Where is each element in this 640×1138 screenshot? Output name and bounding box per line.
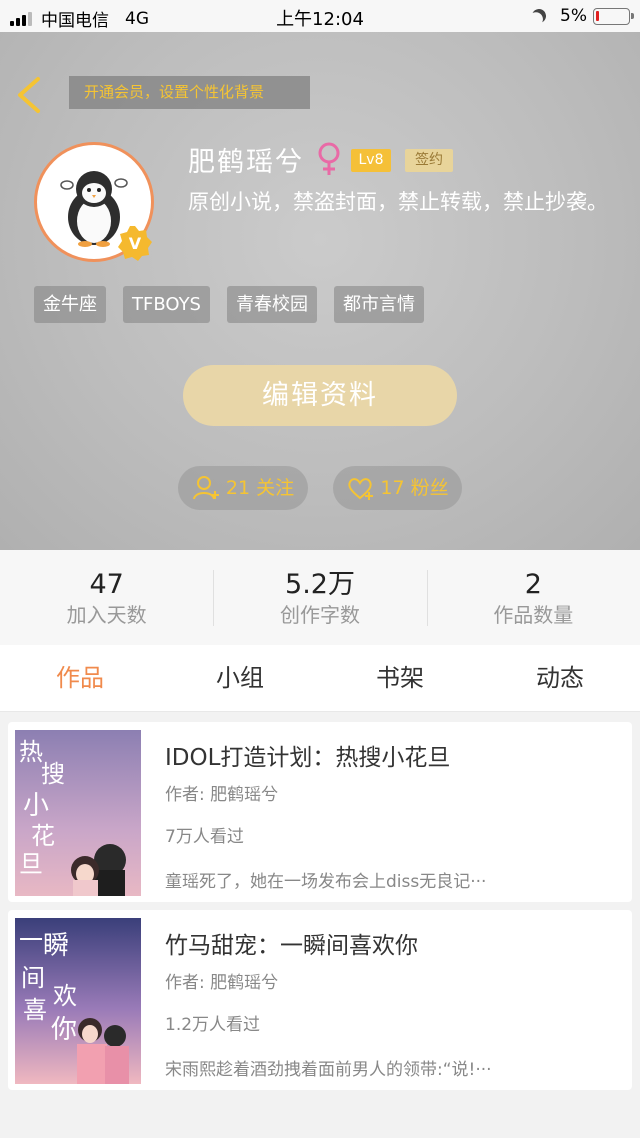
cover-title-char: 花 xyxy=(31,822,55,850)
cover-title-char: 热 xyxy=(19,738,43,766)
tag-list: 金牛座 TFBOYS 青春校园 都市言情 xyxy=(34,286,441,323)
back-button[interactable] xyxy=(14,75,44,115)
stat-word-count: 5.2万 创作字数 xyxy=(213,550,426,645)
svg-text:V: V xyxy=(129,234,142,253)
stat-works-count: 2 作品数量 xyxy=(426,550,640,645)
battery-icon xyxy=(593,7,634,25)
tag[interactable]: 青春校园 xyxy=(227,286,317,323)
tab-bookshelf[interactable]: 书架 xyxy=(320,645,480,711)
stat-value: 47 xyxy=(89,569,124,600)
tab-works[interactable]: 作品 xyxy=(0,645,160,711)
signed-author-badge: 签约 xyxy=(405,149,453,172)
work-card[interactable]: 一 瞬 间 喜 欢 你 竹马甜宠：一瞬间喜欢你 作者: 肥鹤瑶兮 1.2万人看过… xyxy=(8,910,632,1090)
work-description: 童瑶死了，她在一场发布会上diss无良记··· xyxy=(165,872,487,892)
username: 肥鹤瑶兮 xyxy=(188,147,304,178)
chevron-left-icon xyxy=(18,77,40,113)
cover-title-char: 小 xyxy=(23,791,49,821)
cover-title-char: 一 xyxy=(19,926,43,954)
cover-title-char: 欢 xyxy=(53,982,77,1010)
profile-header: 开通会员，设置个性化背景 V 肥鹤瑶兮 Lv8 签约 原创小说，禁盗封面，禁止转… xyxy=(0,32,640,550)
stat-label: 作品数量 xyxy=(493,603,574,627)
edit-profile-button[interactable]: 编辑资料 xyxy=(183,365,457,426)
work-reads: 1.2万人看过 xyxy=(165,1015,261,1035)
following-count: 21 关注 xyxy=(225,477,295,499)
work-description: 宋雨熙趁着酒劲拽着面前男人的领带:“说!··· xyxy=(165,1060,492,1080)
female-gender-icon xyxy=(318,142,340,175)
add-user-icon xyxy=(192,476,219,500)
book-cover-image: 一 瞬 间 喜 欢 你 xyxy=(15,918,141,1084)
vip-background-banner[interactable]: 开通会员，设置个性化背景 xyxy=(69,76,310,109)
work-title: IDOL打造计划：热搜小花旦 xyxy=(165,745,451,771)
verified-v-badge-icon: V xyxy=(118,226,152,261)
cover-title-char: 你 xyxy=(51,1015,77,1045)
tab-groups[interactable]: 小组 xyxy=(160,645,320,711)
cover-title-char: 旦 xyxy=(19,850,43,878)
profile-tabs: 作品 小组 书架 动态 xyxy=(0,645,640,712)
tag[interactable]: 都市言情 xyxy=(334,286,424,323)
cover-title-char: 喜 xyxy=(23,996,47,1024)
stat-label: 创作字数 xyxy=(279,603,360,627)
followers-count: 17 粉丝 xyxy=(380,477,449,499)
tag[interactable]: 金牛座 xyxy=(34,286,106,323)
book-cover-image: 热 搜 小 花 旦 xyxy=(15,730,141,896)
stat-label: 加入天数 xyxy=(66,603,147,627)
heart-plus-icon xyxy=(348,478,374,500)
stat-join-days: 47 加入天数 xyxy=(0,550,213,645)
tag[interactable]: TFBOYS xyxy=(123,286,210,323)
work-reads: 7万人看过 xyxy=(165,827,244,847)
cover-title-char: 瞬 xyxy=(43,931,69,961)
followers-button[interactable]: 17 粉丝 xyxy=(333,466,462,510)
cover-title-char: 搜 xyxy=(41,760,65,788)
stat-value: 5.2万 xyxy=(285,569,355,600)
work-card[interactable]: 热 搜 小 花 旦 IDOL打造计划：热搜小花旦 作者: 肥鹤瑶兮 7万人看过 … xyxy=(8,722,632,902)
tab-activity[interactable]: 动态 xyxy=(480,645,640,711)
stat-value: 2 xyxy=(524,569,542,600)
stats-bar: 47 加入天数 5.2万 创作字数 2 作品数量 xyxy=(0,550,640,645)
do-not-disturb-icon xyxy=(530,7,548,25)
work-title: 竹马甜宠：一瞬间喜欢你 xyxy=(165,933,418,959)
level-badge: Lv8 xyxy=(351,149,391,172)
work-author: 作者: 肥鹤瑶兮 xyxy=(165,785,279,805)
following-button[interactable]: 21 关注 xyxy=(178,466,308,510)
battery-percent: 5% xyxy=(560,6,587,26)
status-bar: 中国电信 4G 上午12:04 5% xyxy=(0,0,640,32)
cover-title-char: 间 xyxy=(21,964,45,992)
profile-bio: 原创小说，禁盗封面，禁止转载，禁止抄袭。 xyxy=(188,190,608,214)
work-author: 作者: 肥鹤瑶兮 xyxy=(165,973,279,993)
